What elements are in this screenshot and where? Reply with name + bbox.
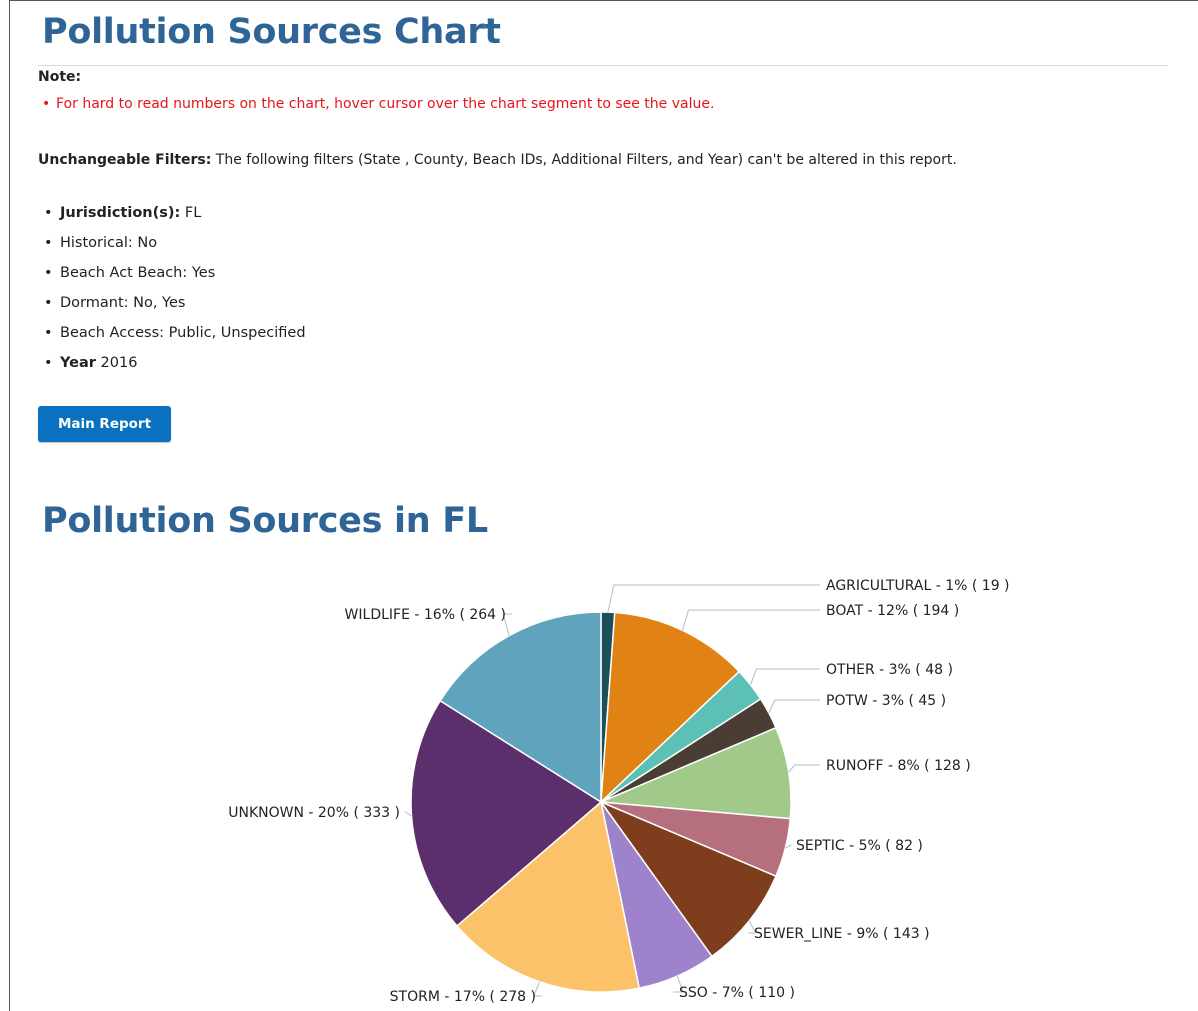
slice-label-storm: STORM - 17% ( 278 ) <box>390 989 536 1005</box>
connector-runoff <box>788 764 820 773</box>
slice-label-septic: SEPTIC - 5% ( 82 ) <box>796 838 923 854</box>
connector-boat <box>682 609 820 631</box>
slice-label-other: OTHER - 3% ( 48 ) <box>826 662 953 678</box>
connector-potw <box>768 699 820 714</box>
slice-label-agricultural: AGRICULTURAL - 1% ( 19 ) <box>826 578 1010 594</box>
slice-label-sso: SSO - 7% ( 110 ) <box>679 985 795 1001</box>
slice-label-runoff: RUNOFF - 8% ( 128 ) <box>826 758 971 774</box>
connector-other <box>750 668 820 685</box>
slice-label-boat: BOAT - 12% ( 194 ) <box>826 603 959 619</box>
slice-label-unknown: UNKNOWN - 20% ( 333 ) <box>228 805 400 821</box>
connector-agricultural <box>607 584 820 613</box>
slice-label-sewer-line: SEWER_LINE - 9% ( 143 ) <box>754 926 930 942</box>
slice-label-wildlife: WILDLIFE - 16% ( 264 ) <box>345 607 506 623</box>
slice-label-potw: POTW - 3% ( 45 ) <box>826 693 946 709</box>
pie-chart: AGRICULTURAL - 1% ( 19 ) BOAT - 12% ( 194… <box>228 578 1010 1005</box>
